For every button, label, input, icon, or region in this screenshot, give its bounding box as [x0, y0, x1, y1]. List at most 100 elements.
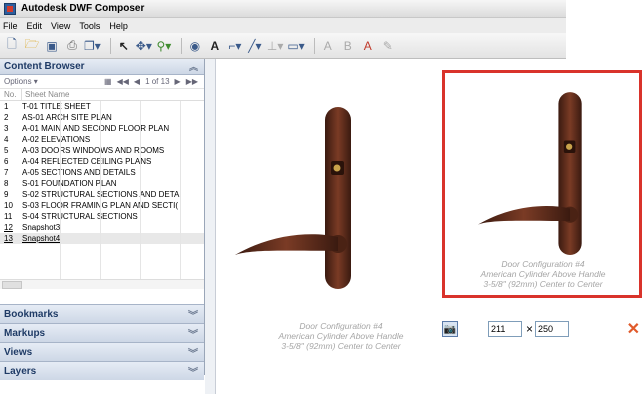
snapshot-height-input[interactable]: 250: [535, 321, 570, 337]
font-icon[interactable]: A: [320, 37, 336, 55]
options-menu[interactable]: Options ▾: [4, 77, 38, 86]
caption-line-1: Door Configuration #4: [299, 321, 383, 331]
column-number[interactable]: No.: [0, 89, 22, 100]
open-folder-icon[interactable]: 🗁: [24, 37, 40, 55]
menu-help[interactable]: Help: [109, 21, 128, 31]
sheet-name: S-02 STRUCTURAL SECTIONS AND DETA: [22, 190, 180, 199]
sheet-row[interactable]: 1 T-01 TITLE SHEET: [0, 101, 204, 112]
sheet-number: 8: [4, 179, 9, 188]
views-panel-header[interactable]: Views ︾: [0, 342, 204, 361]
toolbar-separator: [109, 37, 111, 54]
page-indicator: 1 of 13: [145, 77, 170, 86]
bookmarks-panel-header[interactable]: Bookmarks ︾: [0, 304, 204, 323]
sheet-row[interactable]: 11 S-04 STRUCTURAL SECTIONS: [0, 211, 204, 222]
panel-splitter[interactable]: [205, 59, 216, 394]
sheet-name: A-04 REFLECTED CEILING PLANS: [22, 157, 152, 166]
layers-panel-header[interactable]: Layers ︾: [0, 361, 204, 380]
expand-down-icon[interactable]: ︾: [188, 345, 198, 360]
bold-icon[interactable]: B: [340, 37, 356, 55]
grid-line: [100, 101, 101, 279]
line-tool-icon[interactable]: ╱▾: [247, 37, 263, 55]
sheet-row[interactable]: 10 S-03 FLOOR FRAMING PLAN AND SECTI(: [0, 200, 204, 211]
viewer-caption: Door Configuration #4 American Cylinder …: [256, 321, 426, 351]
sheet-number: 5: [4, 146, 9, 155]
sheet-number: 9: [4, 190, 9, 199]
snapshot-width-input[interactable]: 211: [488, 321, 522, 337]
snapshot-size-bar: 📷 211 × 250 ✕: [442, 316, 644, 342]
prev-page-icon[interactable]: ◀: [134, 77, 140, 86]
pan-tool-icon[interactable]: ✥▾: [136, 37, 152, 55]
toolbar: 🗋 🗁 ▣ ⎙ ❐▾ ↖ ✥▾ ⚲▾ ◉ A ⌐▾ ╱▾ ⊥▾ ▭▾ A B A…: [0, 33, 566, 59]
sheet-row[interactable]: 7 A-05 SECTIONS AND DETAILS: [0, 167, 204, 178]
thumbnail-view-icon[interactable]: ▦: [104, 77, 112, 86]
sheet-row[interactable]: 8 S-01 FOUNDATION PLAN: [0, 178, 204, 189]
column-sheet-name[interactable]: Sheet Name: [22, 90, 69, 99]
door-handle-image: [235, 107, 351, 289]
print-icon[interactable]: ⎙: [64, 37, 80, 55]
sheet-list-header: No. Sheet Name: [0, 89, 204, 101]
expand-down-icon[interactable]: ︾: [188, 364, 198, 379]
sheet-number: 2: [4, 113, 9, 122]
new-file-icon[interactable]: 🗋: [4, 37, 20, 55]
sheet-name: S-04 STRUCTURAL SECTIONS: [22, 212, 138, 221]
sheet-row[interactable]: 6 A-04 REFLECTED CEILING PLANS: [0, 156, 204, 167]
sheet-number: 7: [4, 168, 9, 177]
close-icon[interactable]: ✕: [627, 319, 640, 339]
sheet-row[interactable]: 4 A-02 ELEVATIONS: [0, 134, 204, 145]
menu-tools[interactable]: Tools: [79, 21, 100, 31]
sheet-name: T-01 TITLE SHEET: [22, 102, 91, 111]
horizontal-scrollbar[interactable]: [0, 279, 204, 289]
expand-down-icon[interactable]: ︾: [188, 326, 198, 341]
caption-line-3: 3-5/8" (92mm) Center to Center: [483, 279, 603, 289]
sheet-number: 12: [4, 223, 13, 232]
menu-file[interactable]: File: [3, 21, 18, 31]
sheet-number: 3: [4, 124, 9, 133]
text-tool-icon[interactable]: A: [207, 37, 223, 55]
sheet-number: 11: [4, 212, 13, 221]
views-label: Views: [4, 346, 33, 358]
sheet-name: A-01 MAIN AND SECOND FLOOR PLAN: [22, 124, 170, 133]
zoom-tool-icon[interactable]: ⚲▾: [156, 37, 172, 55]
next-page-icon[interactable]: ▶: [175, 77, 181, 86]
sheet-list: 1 T-01 TITLE SHEET 2 AS-01 ARCH SITE PLAN …: [0, 101, 204, 279]
page-setup-icon[interactable]: ❐▾: [84, 37, 101, 55]
sheet-row-selected[interactable]: 13 Snapshot4: [0, 233, 204, 244]
collapse-up-icon[interactable]: ︽: [189, 60, 198, 73]
content-browser-header[interactable]: Content Browser ︽: [0, 59, 204, 75]
callout-tool-icon[interactable]: ⌐▾: [227, 37, 243, 55]
last-page-icon[interactable]: ▶▶: [186, 77, 198, 86]
markups-label: Markups: [4, 327, 46, 339]
scrollbar-thumb[interactable]: [2, 280, 22, 289]
sheet-number: 1: [4, 102, 9, 111]
expand-down-icon[interactable]: ︾: [188, 307, 198, 322]
stamp-tool-icon[interactable]: ⊥▾: [267, 37, 283, 55]
sheet-row[interactable]: 12 Snapshot3: [0, 222, 204, 233]
sheet-row[interactable]: 3 A-01 MAIN AND SECOND FLOOR PLAN: [0, 123, 204, 134]
menu-view[interactable]: View: [51, 21, 70, 31]
sheet-name: S-03 FLOOR FRAMING PLAN AND SECTI(: [22, 201, 179, 210]
sheet-row[interactable]: 2 AS-01 ARCH SITE PLAN: [0, 112, 204, 123]
grid-line: [60, 101, 61, 279]
sheet-row[interactable]: 5 A-03 DOORS WINDOWS AND ROOMS: [0, 145, 204, 156]
snapshot-selection-frame[interactable]: Door Configuration #4 American Cylinder …: [442, 70, 642, 298]
first-page-icon[interactable]: ◀◀: [117, 77, 129, 86]
window-title: Autodesk DWF Composer: [21, 3, 145, 14]
save-icon[interactable]: ▣: [44, 37, 60, 55]
sheet-number: 6: [4, 157, 9, 166]
highlighter-icon[interactable]: ✎: [380, 37, 396, 55]
menu-edit[interactable]: Edit: [27, 21, 43, 31]
dwf-composer-window: Autodesk DWF Composer File Edit View Too…: [0, 0, 644, 394]
select-arrow-icon[interactable]: ↖: [116, 37, 132, 55]
sheet-name: A-03 DOORS WINDOWS AND ROOMS: [22, 146, 165, 155]
caption-line-2: American Cylinder Above Handle: [480, 269, 606, 279]
sheet-number: 4: [4, 135, 9, 144]
sheet-name: AS-01 ARCH SITE PLAN: [22, 113, 112, 122]
camera-icon[interactable]: ◉: [187, 37, 203, 55]
background-area: [566, 0, 644, 70]
font-color-icon[interactable]: A: [360, 37, 376, 55]
camera-icon[interactable]: 📷: [442, 321, 458, 337]
markups-panel-header[interactable]: Markups ︾: [0, 323, 204, 342]
sheet-row[interactable]: 9 S-02 STRUCTURAL SECTIONS AND DETA: [0, 189, 204, 200]
measure-tool-icon[interactable]: ▭▾: [287, 37, 304, 55]
